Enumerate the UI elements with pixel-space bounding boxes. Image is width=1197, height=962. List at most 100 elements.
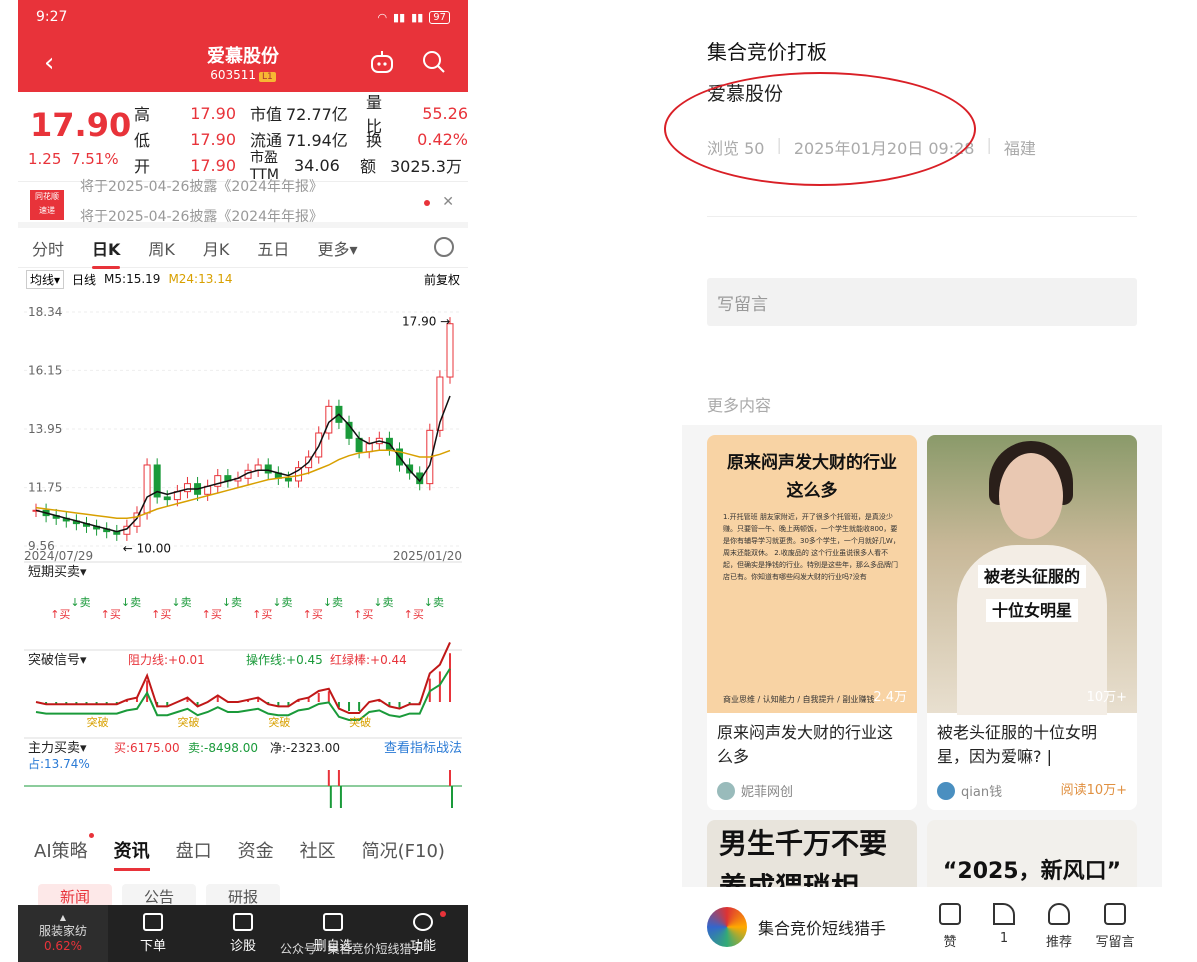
nav-order[interactable]: 下单 [108, 905, 198, 962]
chevron-up-icon: ▲ [59, 913, 67, 922]
feed-card[interactable]: 原来闷声发大财的行业这么多 1.开托管班 朋友家附近，开了很多个托管班，是真没少… [707, 435, 917, 810]
buy-signal: ↑买 [202, 608, 222, 621]
high-label: 17.90 → [402, 315, 450, 329]
tab-daily-k[interactable]: 日K [78, 236, 134, 269]
search-icon[interactable] [420, 48, 448, 76]
battery-icon: 97 [429, 10, 450, 24]
buy-signal: ↑买 [353, 608, 373, 621]
divider [707, 216, 1137, 217]
red-ellipse-annotation [664, 72, 976, 186]
tab-weekly-k[interactable]: 周K [134, 236, 189, 260]
candle-body [284, 477, 292, 482]
kline-tabs: 分时 日K 周K 月K 五日 更多▾ [18, 228, 468, 269]
status-time: 9:27 [36, 9, 68, 25]
ths-logo: 同花顺 速递 [30, 190, 64, 220]
recommend-feed: 原来闷声发大财的行业这么多 1.开托管班 朋友家附近，开了很多个托管班，是真没少… [682, 425, 1162, 887]
candle-body [355, 437, 363, 453]
feed-card[interactable]: 被老头征服的 十位女明星 10万+ 被老头征服的十位女明星，因为爱嘛? | qi… [927, 435, 1137, 810]
strategy-link: 查看指标战法 [384, 740, 462, 756]
comment-input[interactable]: 写留言 [707, 278, 1137, 326]
tab-monthly-k[interactable]: 月K [189, 236, 244, 260]
recommend-button[interactable]: 推荐 [1039, 903, 1079, 950]
ma-select[interactable]: 均线▾ [26, 269, 65, 289]
view-count: 2.4万 [873, 690, 907, 705]
feed-card[interactable]: “2025，新风口” [927, 820, 1137, 887]
breakout-label: 突破 [87, 715, 109, 729]
watermark: 公众号 · 集合竞价短线猎手 [280, 942, 424, 956]
tab-five-day[interactable]: 五日 [243, 236, 303, 260]
rg-value: 红绿棒:+0.44 [330, 652, 407, 667]
adjust-label[interactable]: 前复权 [424, 271, 460, 288]
candle-body [163, 496, 171, 501]
tab-intraday[interactable]: 分时 [18, 236, 78, 260]
sell-signal: ↓卖 [323, 596, 343, 609]
tab-news[interactable]: 资讯 [98, 837, 160, 871]
breakout-label: 突破 [349, 715, 371, 729]
status-icons: ◠ ▮▮ ▮▮ 97 [377, 10, 450, 24]
nav-sector[interactable]: ▲ 服装家纺 0.62% [18, 905, 108, 962]
robot-icon[interactable] [368, 48, 396, 76]
signal-icon: ▮▮ [393, 10, 406, 24]
tab-ai-strategy[interactable]: AI策略 [18, 833, 98, 863]
period-label: 日线 [72, 272, 97, 287]
status-bar: 9:27 ◠ ▮▮ ▮▮ 97 [18, 0, 468, 34]
kline-chart[interactable]: 18.3416.1513.9511.759.562024/07/29 2025/0… [18, 304, 468, 824]
buy-signal: ↑买 [50, 608, 70, 621]
x-tick-label: 2024/07/29 [24, 549, 93, 563]
card-title: 被老头征服的十位女明星，因为爱嘛? | [937, 723, 1098, 766]
buy-signal: ↑买 [252, 608, 272, 621]
wifi-icon: ◠ [377, 10, 388, 24]
avatar [937, 781, 955, 800]
more-content-label: 更多内容 [707, 396, 772, 415]
ma-bar: 均线▾ 日线 M5:15.19 M24:13.14 前复权 [18, 268, 468, 290]
tab-funds[interactable]: 资金 [222, 837, 284, 863]
like-button[interactable]: 赞 [930, 903, 970, 950]
author-name[interactable]: 集合竞价短线猎手 [758, 915, 886, 939]
price-change: 1.25 7.51% [28, 150, 119, 168]
sell-signal: ↓卖 [121, 596, 141, 609]
stock-name: 爱慕股份 [207, 46, 279, 67]
ma-line-m5 [35, 395, 451, 533]
avatar [717, 781, 735, 800]
article-title: 集合竞价打板 [707, 40, 827, 64]
candle-body [365, 443, 373, 453]
nav-diagnose[interactable]: 诊股 [198, 905, 288, 962]
m24-value: M24:13.14 [168, 272, 233, 286]
feed-card[interactable]: 男生千万不要 养成猥琐相 [707, 820, 917, 887]
sell-signal: ↓卖 [424, 596, 444, 609]
card-image: 被老头征服的 十位女明星 10万+ [927, 435, 1137, 715]
buy-signal: ↑买 [151, 608, 171, 621]
share-icon [993, 903, 1015, 925]
heart-icon [1048, 903, 1070, 925]
tab-f10[interactable]: 简况(F10) [346, 837, 455, 863]
close-icon[interactable]: ✕ [442, 194, 454, 210]
badge-dot [440, 911, 446, 917]
settings-icon[interactable] [434, 237, 454, 257]
candle-body [143, 464, 151, 514]
tab-orderbook[interactable]: 盘口 [160, 837, 222, 863]
indicator-name: 主力买卖▾ [28, 741, 87, 756]
main-net: 净:-2323.00 [270, 741, 340, 755]
breakout-label: 突破 [268, 715, 290, 729]
news-ticker[interactable]: 同花顺 速递 将于2025-04-26披露《2024年年报》 将于2025-04… [18, 179, 468, 228]
share-button[interactable]: 1 [984, 903, 1024, 946]
stock-code: 603511 L1 [18, 68, 468, 82]
author-avatar[interactable] [707, 907, 747, 947]
card-author: qian钱 [937, 781, 1002, 800]
unread-dot [424, 200, 430, 206]
main-buy: 买:6175.00 [114, 741, 180, 755]
tab-more[interactable]: 更多▾ [303, 236, 371, 260]
write-comment-button[interactable]: 写留言 [1090, 903, 1140, 950]
news-line: 将于2025-04-26披露《2024年年报》 [80, 179, 323, 195]
y-tick-label: 16.15 [28, 363, 62, 377]
breakout-label: 突破 [177, 715, 199, 729]
tab-community[interactable]: 社区 [284, 837, 346, 863]
quote-panel: 17.90 1.25 7.51% 高 17.90 市值 72.77亿 量比 55.26… [18, 92, 468, 183]
sell-signal: ↓卖 [222, 596, 242, 609]
menu-icon [413, 913, 433, 931]
card-author: 妮菲网创 [717, 781, 793, 800]
card-title: 原来闷声发大财的行业这么多 [717, 723, 894, 766]
phone-screenshot: 9:27 ◠ ▮▮ ▮▮ 97 ‹ 爱慕股份 603511 L1 17.90 1.… [18, 0, 468, 962]
op-value: 操作线:+0.45 [246, 652, 323, 667]
low-label: ← 10.00 [123, 541, 171, 555]
